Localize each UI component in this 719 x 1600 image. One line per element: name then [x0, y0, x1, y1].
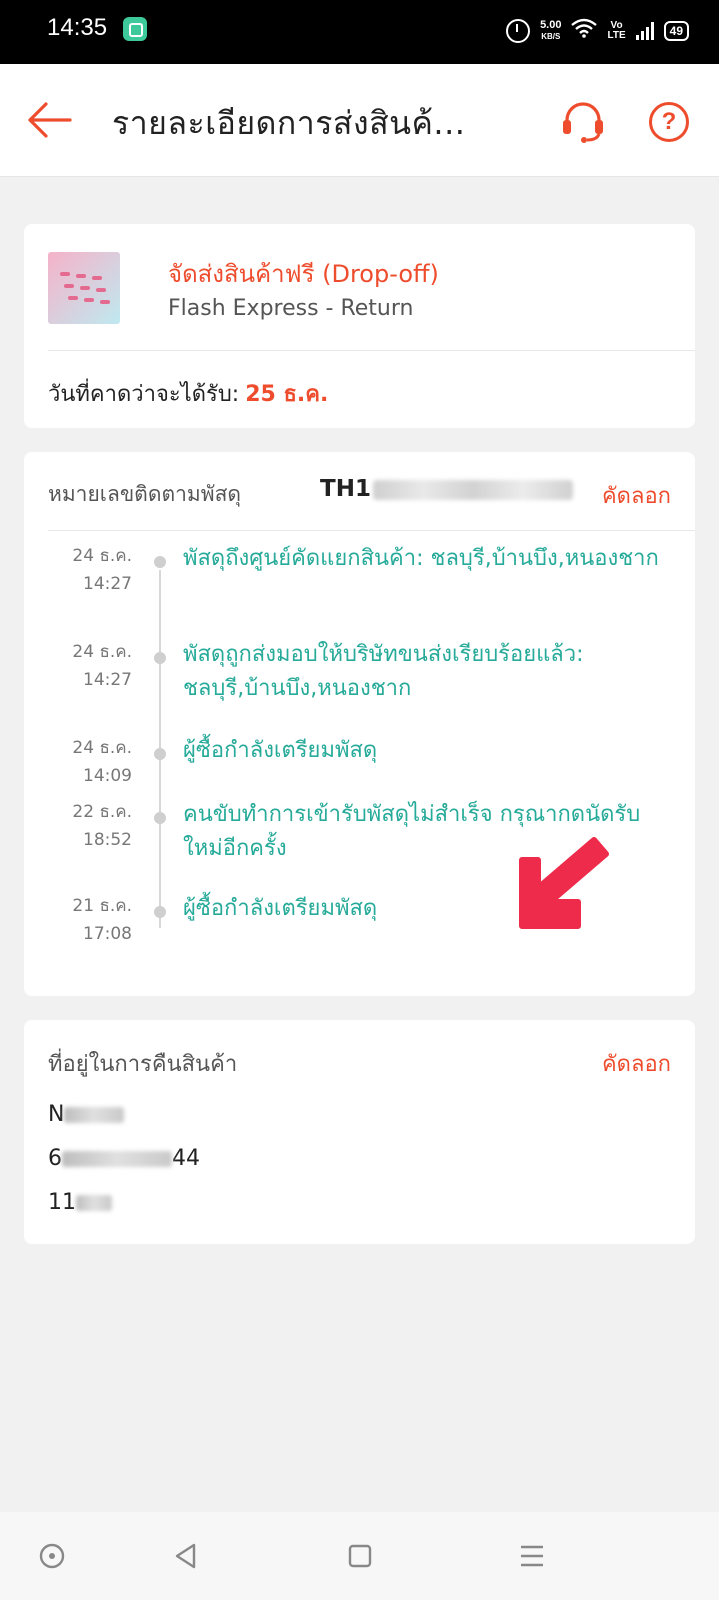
annotation-arrow-icon	[519, 837, 609, 929]
event-time: 18:52	[83, 830, 132, 850]
tracking-number-label: หมายเลขติดตามพัสดุ	[48, 482, 242, 506]
phone-suffix: 44	[172, 1146, 200, 1171]
return-address-detail: 11	[48, 1190, 112, 1215]
network-speed-unit: KB/S	[541, 32, 561, 41]
back-triangle-icon	[175, 1543, 196, 1569]
event-date: 22 ธ.ค. 18:52	[54, 798, 132, 854]
event-description: พัสดุถูกส่งมอบให้บริษัทขนส่งเรียบร้อยแล้…	[183, 642, 584, 701]
event-date: 24 ธ.ค. 14:09	[54, 734, 132, 790]
home-dot-icon	[39, 1543, 65, 1569]
event-dot	[154, 556, 166, 568]
status-icons: 5.00 KB/S Vo LTE 49	[506, 14, 689, 48]
volte-bottom: LTE	[607, 30, 626, 41]
event-day: 22 ธ.ค.	[72, 802, 132, 822]
return-address-name-visible: N	[48, 1102, 65, 1127]
tracking-number-prefix: TH1	[320, 476, 371, 502]
app-bar: รายละเอียดการส่งสินค้... ?	[0, 64, 719, 177]
battery-level: 49	[669, 24, 683, 38]
status-time: 14:35	[47, 14, 108, 41]
redacted-text	[62, 1151, 172, 1167]
event-day: 24 ธ.ค.	[72, 546, 132, 566]
eta-label: วันที่คาดว่าจะได้รับ:	[48, 382, 240, 407]
system-nav-bar	[0, 1512, 719, 1600]
event-date: 24 ธ.ค. 14:27	[54, 542, 132, 598]
divider	[48, 530, 695, 531]
assistant-button[interactable]	[36, 1540, 68, 1572]
event-day: 24 ธ.ค.	[72, 642, 132, 662]
event-description: ผู้ซื้อกำลังเตรียมพัสดุ	[183, 738, 378, 763]
battery-icon: 49	[663, 21, 689, 41]
event-day: 21 ธ.ค.	[72, 896, 132, 916]
headset-icon	[563, 102, 603, 143]
event-date: 21 ธ.ค. 17:08	[54, 892, 132, 948]
signal-icon	[635, 22, 654, 40]
event-time: 14:27	[83, 670, 132, 690]
event-dot	[154, 906, 166, 918]
event-time: 14:09	[83, 766, 132, 786]
event-dot	[154, 748, 166, 760]
divider	[48, 350, 695, 351]
return-address-phone: 6 44	[48, 1146, 200, 1171]
status-bar: 14:35 5.00 KB/S Vo LTE 49	[0, 0, 719, 64]
event-time: 17:08	[83, 924, 132, 944]
return-address-label: ที่อยู่ในการคืนสินค้า	[48, 1052, 238, 1077]
product-thumbnail	[48, 252, 120, 324]
event-dot	[154, 652, 166, 664]
copy-tracking-button[interactable]: คัดลอก	[602, 478, 671, 513]
tracking-number: TH1	[320, 476, 573, 502]
menu-lines-icon	[521, 1545, 543, 1567]
recent-square-icon	[348, 1544, 372, 1568]
event-date: 24 ธ.ค. 14:27	[54, 638, 132, 694]
alarm-icon	[506, 19, 531, 43]
event-dot	[154, 812, 166, 824]
event-day: 24 ธ.ค.	[72, 738, 132, 758]
network-speed-value: 5.00	[540, 19, 562, 31]
question-icon: ?	[661, 108, 677, 135]
courier-name: Flash Express - Return	[168, 296, 414, 321]
shipment-card: จัดส่งสินค้าฟรี (Drop-off) Flash Express…	[24, 224, 695, 428]
redacted-text	[64, 1107, 125, 1123]
estimated-delivery: วันที่คาดว่าจะได้รับ: 25 ธ.ค.	[48, 376, 328, 411]
back-button[interactable]	[26, 100, 72, 140]
return-address-card: ที่อยู่ในการคืนสินค้า คัดลอก N 6 44 11	[24, 1020, 695, 1244]
phone-prefix: 6	[48, 1146, 62, 1171]
network-speed: 5.00 KB/S	[540, 20, 561, 42]
nav-back-button[interactable]	[170, 1540, 202, 1572]
notification-app-icon	[123, 17, 147, 41]
menu-button[interactable]	[516, 1540, 548, 1572]
eta-date: 25 ธ.ค.	[245, 382, 329, 407]
back-arrow-icon	[28, 102, 72, 138]
tracking-number-redacted	[372, 479, 573, 500]
help-button[interactable]: ?	[649, 102, 689, 142]
redacted-text	[76, 1195, 112, 1211]
copy-address-button[interactable]: คัดลอก	[602, 1046, 671, 1081]
event-time: 14:27	[83, 574, 132, 594]
page-title: รายละเอียดการส่งสินค้...	[112, 104, 466, 142]
chat-support-button[interactable]	[559, 100, 607, 144]
shipping-method: จัดส่งสินค้าฟรี (Drop-off)	[168, 260, 439, 288]
event-description: พัสดุถึงศูนย์คัดแยกสินค้า: ชลบุรี,บ้านบึ…	[183, 546, 659, 571]
volte-icon: Vo LTE	[607, 21, 625, 41]
wifi-icon	[571, 18, 598, 44]
return-address-name: N	[48, 1102, 125, 1127]
recent-apps-button[interactable]	[344, 1540, 376, 1572]
return-address-detail-visible: 11	[48, 1190, 76, 1215]
